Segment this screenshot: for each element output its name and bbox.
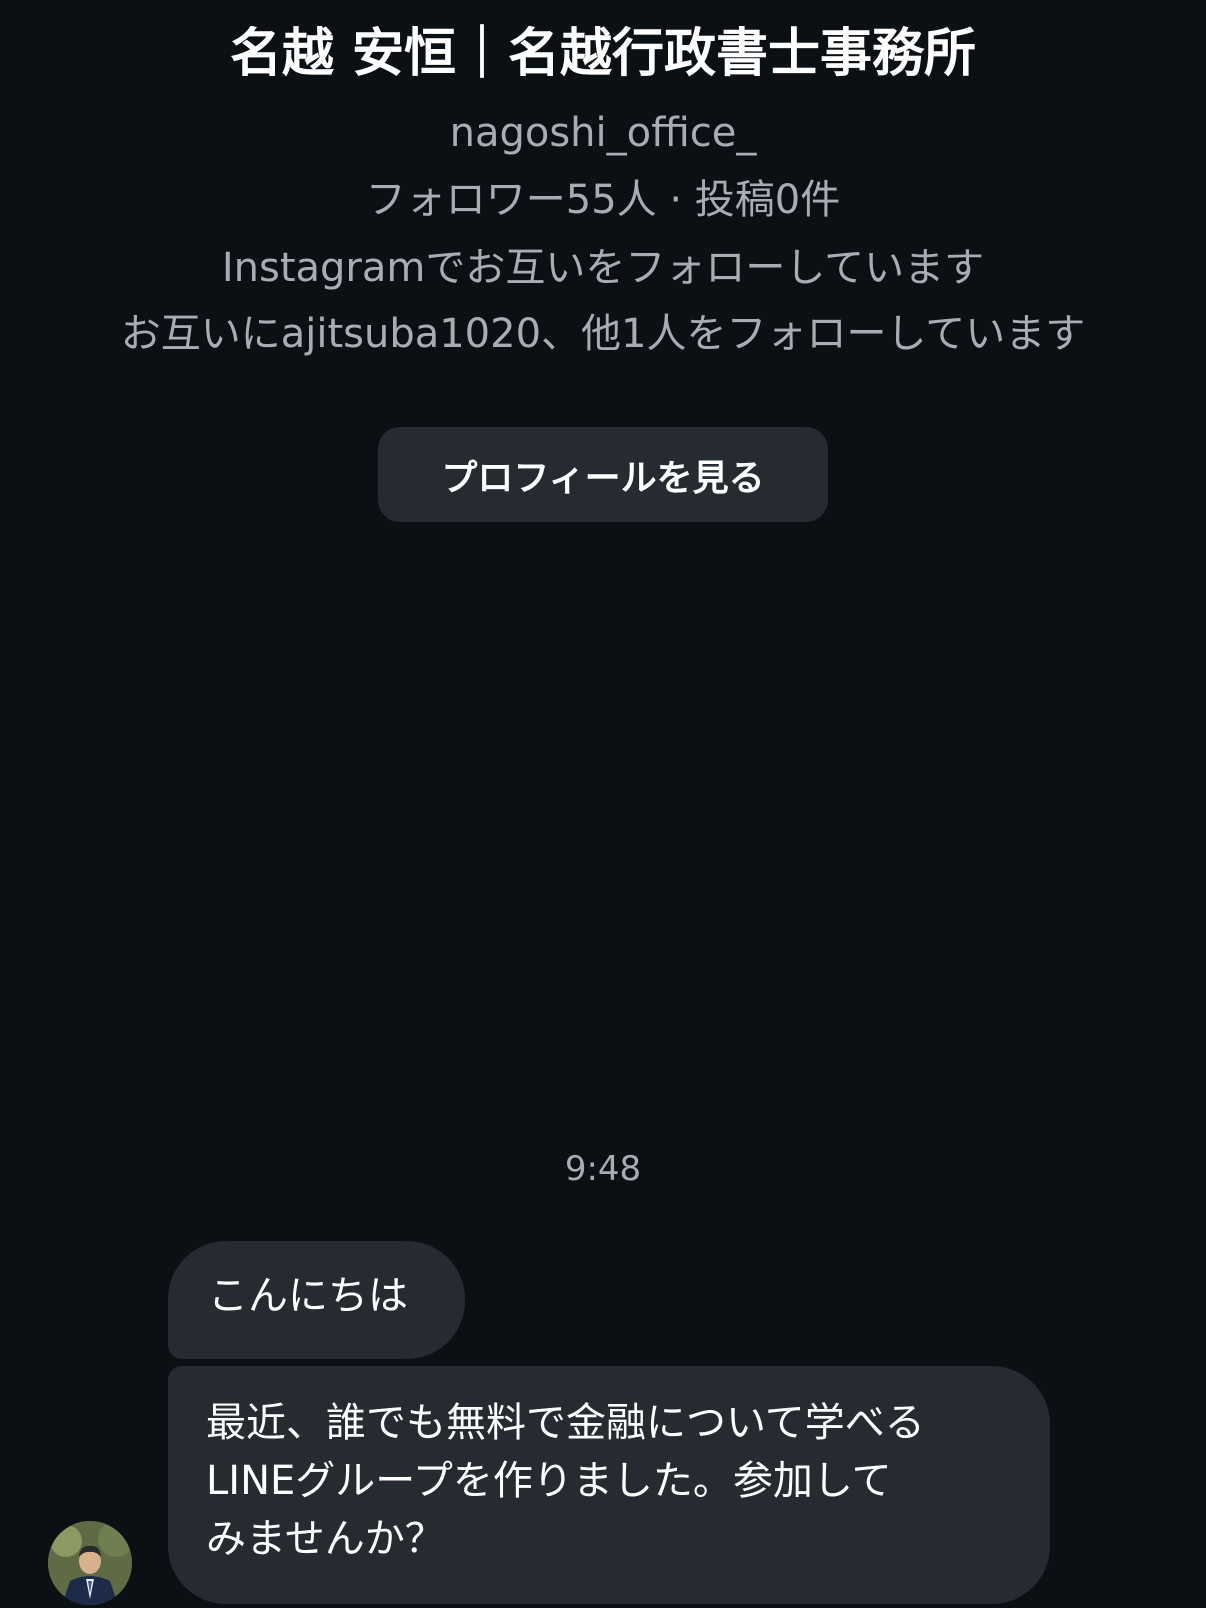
profile-stats: フォロワー55人 · 投稿0件	[365, 177, 841, 223]
mutual-follow-status: Instagramでお互いをフォローしています	[221, 245, 985, 291]
message-text-line: 最近、誰でも無料で金融について学べる	[206, 1400, 925, 1446]
view-profile-button[interactable]: プロフィールを見る	[378, 427, 828, 522]
sender-avatar[interactable]	[48, 1521, 132, 1605]
message-text-line: みませんか？	[206, 1516, 445, 1562]
message-bubble[interactable]: こんにちは	[168, 1241, 465, 1359]
chat-screen: 名越 安恒｜名越行政書士事務所 nagoshi_office_ フォロワー55人…	[0, 0, 1206, 1608]
message-bubble[interactable]: 最近、誰でも無料で金融について学べる LINEグループを作りました。参加して み…	[168, 1366, 1050, 1604]
message-timestamp: 9:48	[564, 1149, 642, 1189]
avatar-photo-icon	[48, 1521, 132, 1605]
mutual-followers: お互いにajitsuba1020、他1人をフォローしています	[120, 311, 1086, 357]
profile-display-name: 名越 安恒｜名越行政書士事務所	[229, 24, 977, 84]
profile-username: nagoshi_office_	[449, 110, 757, 156]
message-text-line: LINEグループを作りました。参加して	[206, 1458, 892, 1504]
